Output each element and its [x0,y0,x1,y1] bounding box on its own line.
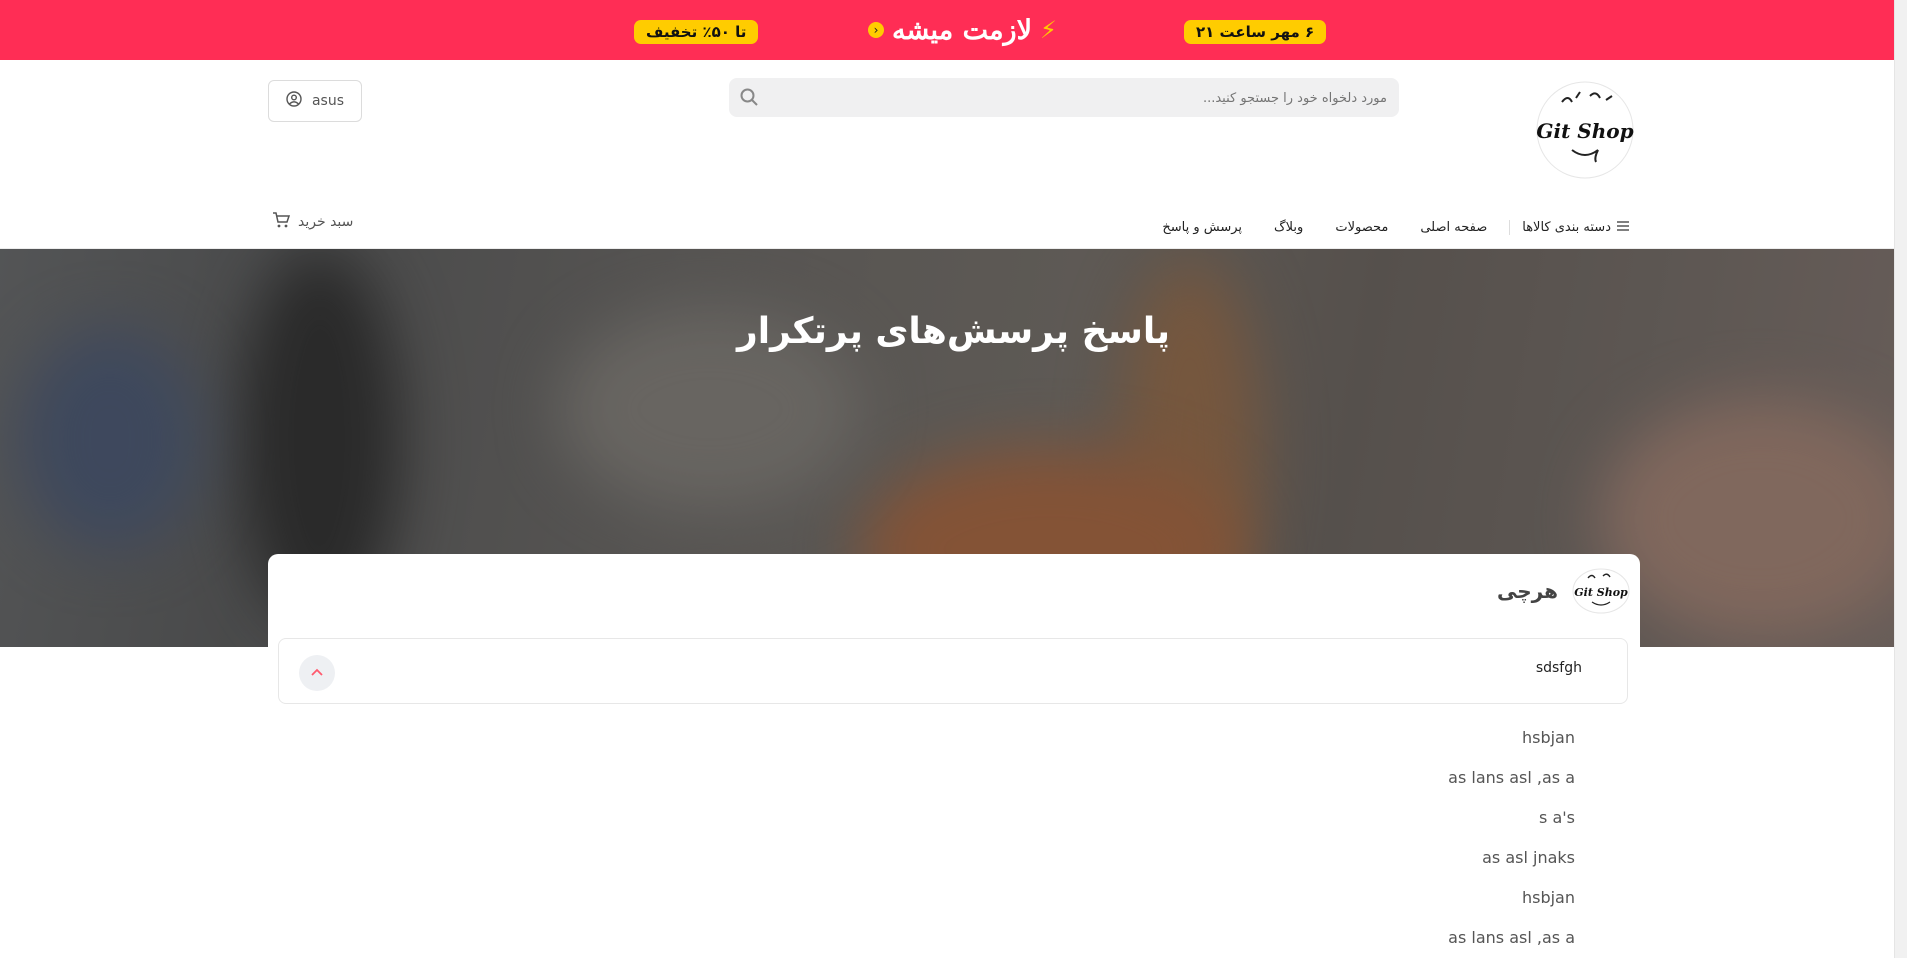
page: تا ۵۰٪ تخفیف ⚡ لازمت میشه ‹ ۶ مهر ساعت ۲… [0,0,1907,958]
nav-item-products[interactable]: محصولات [1335,220,1388,235]
faq-answer: hsbjan as lans asl ,as a s a's as asl jn… [1448,718,1575,958]
faq-card-header: Git Shop هرچی [1497,568,1630,614]
main-nav: دسته بندی کالاها صفحه اصلی محصولات وبلاگ… [1130,214,1629,240]
cart-icon [272,211,291,233]
category-logo-text: Git Shop [1574,586,1628,599]
bolt-icon: ⚡ [1039,16,1057,44]
site-logo[interactable]: Git Shop [1532,80,1638,180]
logo-text: Git Shop [1536,119,1633,143]
answer-line: hsbjan [1521,888,1575,907]
faq-item[interactable]: sdsfgh [278,638,1628,704]
answer-line: as lans asl ,as a [1448,768,1575,787]
discount-badge: تا ۵۰٪ تخفیف [634,20,759,44]
category-logo: Git Shop [1572,568,1630,614]
promo-center[interactable]: ⚡ لازمت میشه ‹ [868,12,1057,48]
nav-item-faq[interactable]: پرسش و پاسخ [1162,220,1242,235]
scrollbar[interactable] [1894,0,1907,958]
date-badge: ۶ مهر ساعت ۲۱ [1184,20,1327,44]
nav-categories[interactable]: دسته بندی کالاها [1509,219,1629,235]
user-icon [286,91,302,111]
search-box[interactable] [729,78,1399,119]
answer-line: s a's [1539,808,1575,827]
search-input[interactable] [785,78,1389,119]
account-button[interactable]: asus [268,80,362,122]
nav-categories-label: دسته بندی کالاها [1522,219,1611,235]
nav-item-home[interactable]: صفحه اصلی [1420,220,1487,235]
faq-question: sdsfgh [1535,660,1582,676]
promo-title: لازمت میشه [892,14,1032,46]
answer-line: as lans asl ,as a [1448,928,1575,947]
cart-label: سبد خرید [298,214,354,230]
nav-item-blog[interactable]: وبلاگ [1274,220,1303,235]
answer-line: as asl jnaks [1482,848,1575,867]
chevron-up-icon[interactable] [299,655,335,691]
faq-card: Git Shop هرچی sdsfgh hsbjan as lans asl … [268,554,1640,958]
promo-bar[interactable]: تا ۵۰٪ تخفیف ⚡ لازمت میشه ‹ ۶ مهر ساعت ۲… [0,0,1907,60]
search-icon[interactable] [739,87,759,107]
cart-link[interactable]: سبد خرید [272,211,353,233]
category-name: هرچی [1497,579,1558,603]
account-label: asus [311,93,345,109]
menu-icon [1617,220,1629,235]
answer-line: hsbjan [1521,728,1575,747]
chevron-left-icon[interactable]: ‹ [868,22,884,38]
page-title: پاسخ پرسش‌های پرتکرار [737,311,1170,352]
